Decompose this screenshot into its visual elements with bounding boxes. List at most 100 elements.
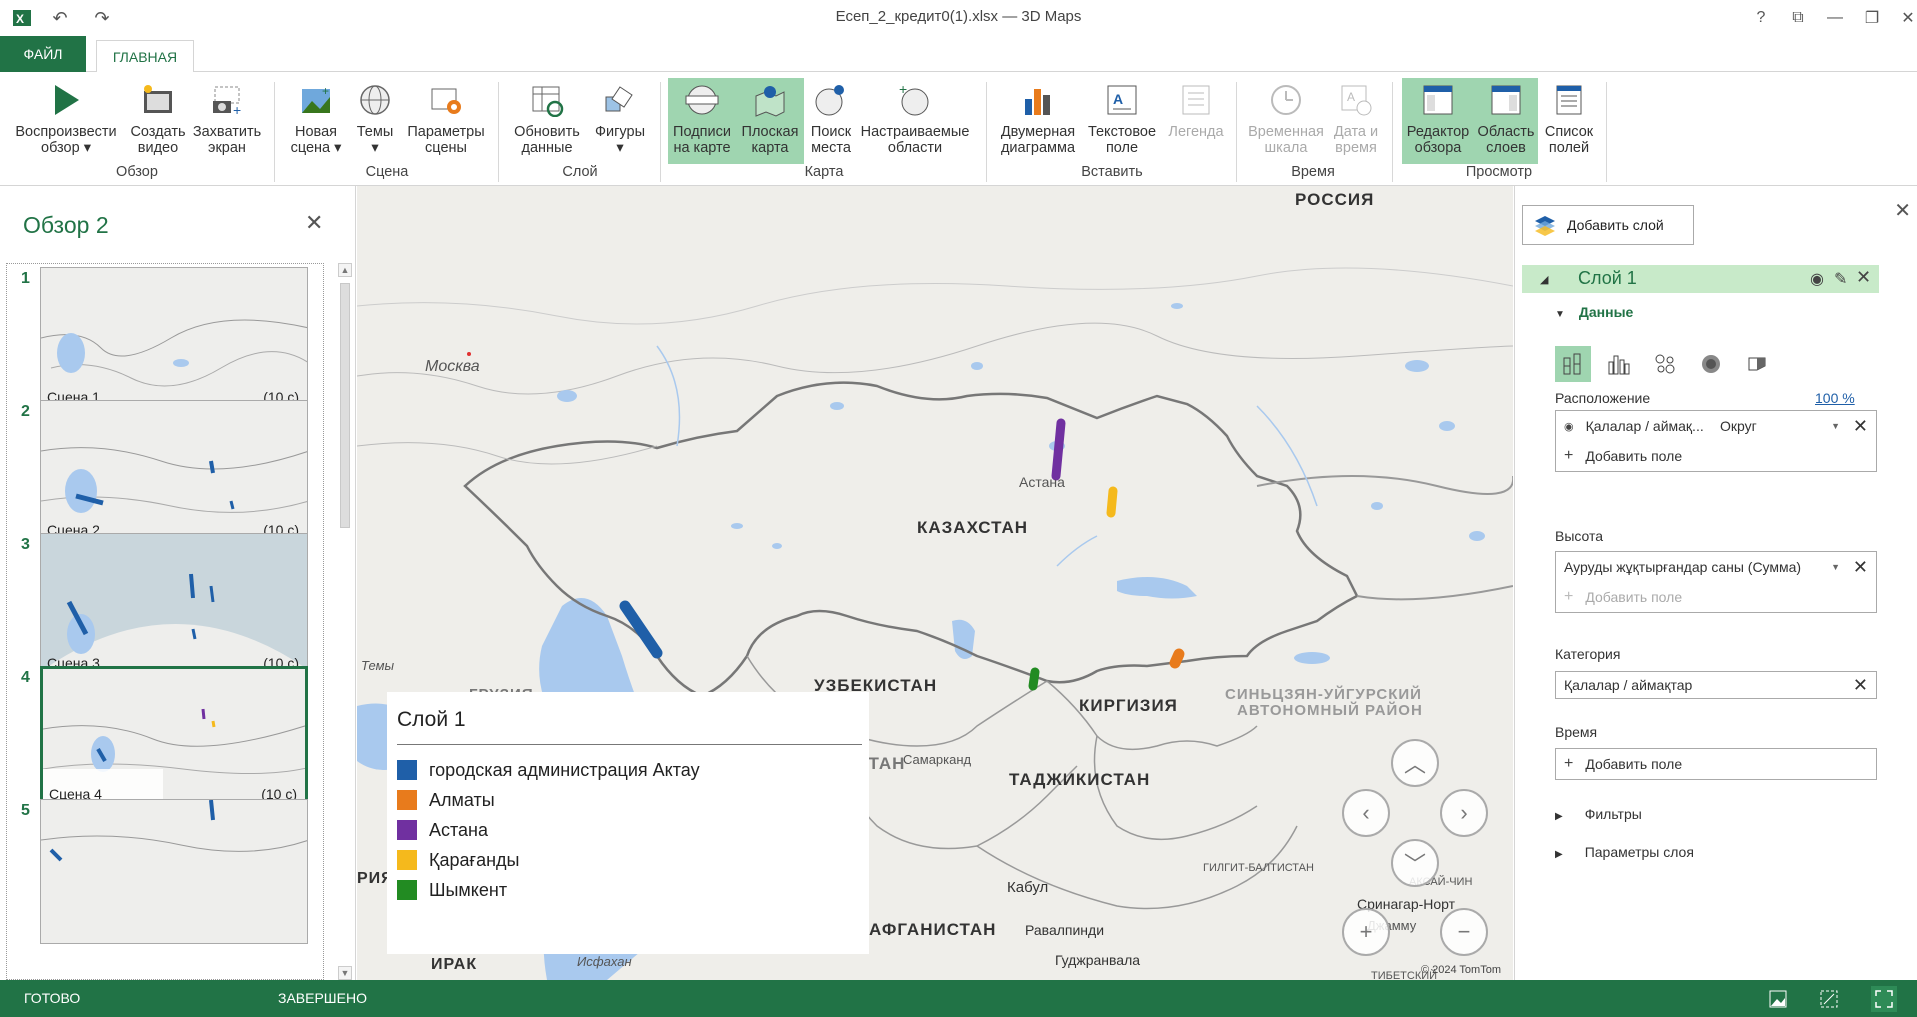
map-canvas[interactable]: РОССИЯ Москва КАЗАХСТАН Астана УЗБЕКИСТА… <box>357 186 1513 980</box>
tab-file[interactable]: ФАЙЛ <box>0 36 86 72</box>
bar-shymkent[interactable] <box>1028 667 1040 691</box>
add-location-field-button[interactable]: + Добавить поле <box>1556 441 1876 471</box>
tour-editor-button[interactable]: Редактор обзора <box>1402 78 1474 164</box>
create-video-button[interactable]: Создать видео <box>126 78 190 164</box>
new-scene-button[interactable]: + Новая сцена ▾ <box>286 78 346 164</box>
collapse-triangle-icon[interactable]: ◢ <box>1540 273 1548 286</box>
themes-button[interactable]: Темы ▾ <box>350 78 400 164</box>
custom-regions-button[interactable]: + Настраиваемые области <box>860 78 970 164</box>
scene-thumbnail[interactable] <box>40 799 308 944</box>
label-gilgit: ГИЛГИТ-БАЛТИСТАН <box>1203 862 1314 874</box>
scene-item-selected[interactable]: 4 Сцена 4 (10 с) <box>7 663 323 815</box>
scene-view-icon[interactable] <box>1765 986 1791 1012</box>
clustered-column-viz-button[interactable] <box>1601 346 1637 382</box>
bar-karaganda[interactable] <box>1106 486 1118 518</box>
scroll-down-icon[interactable]: ▼ <box>338 966 352 980</box>
label-temy: Темы <box>361 658 395 673</box>
region-viz-button[interactable] <box>1739 346 1775 382</box>
svg-text:A: A <box>1113 91 1123 107</box>
tilt-down-button[interactable]: ﹀ <box>1391 839 1439 887</box>
tilt-up-button[interactable]: ︿ <box>1391 739 1439 787</box>
timeline-button[interactable]: Временная шкала <box>1244 78 1328 164</box>
label-afghanistan: АФГАНИСТАН <box>869 920 997 939</box>
heatmap-viz-button[interactable] <box>1693 346 1729 382</box>
find-location-button[interactable]: Поиск места <box>806 78 856 164</box>
location-field[interactable]: ◉ Қалалар / аймақ... Округ ▼ ✕ <box>1556 411 1876 441</box>
shapes-button[interactable]: Фигуры ▾ <box>590 78 650 164</box>
zoom-out-button[interactable]: − <box>1440 908 1488 956</box>
clustered-column-icon <box>1608 355 1630 375</box>
dropdown-arrow-icon[interactable]: ▼ <box>1831 562 1840 572</box>
dropdown-arrow-icon[interactable]: ▼ <box>1831 421 1840 431</box>
height-field[interactable]: Ауруды жұқтырғандар саны (Сумма) ▼ ✕ <box>1556 552 1876 582</box>
flat-map-button[interactable]: Плоская карта <box>736 78 804 164</box>
custom-regions-icon: + <box>895 80 935 120</box>
add-height-field-button[interactable]: + Добавить поле <box>1556 582 1876 612</box>
chevron-right-icon: › <box>1460 800 1468 825</box>
scene-item[interactable]: 3 Сцена 3 (10 с) <box>7 530 323 682</box>
category-field[interactable]: Қалалар / аймақтар ✕ <box>1556 672 1876 698</box>
bar-astana[interactable] <box>1051 418 1066 481</box>
close-tour-panel-icon[interactable]: ✕ <box>305 210 323 236</box>
close-window-icon[interactable]: ✕ <box>1893 6 1917 30</box>
legend-button[interactable]: Легенда <box>1164 78 1228 164</box>
scene-thumbnail[interactable]: Сцена 1 (10 с) <box>40 267 308 412</box>
data-section-header[interactable]: ▼ Данные <box>1555 304 1633 320</box>
fullscreen-icon[interactable] <box>1871 986 1897 1012</box>
play-tour-button[interactable]: Воспроизвести обзор ▾ <box>12 78 120 164</box>
scene-thumbnail[interactable]: Сцена 4 (10 с) <box>40 666 308 811</box>
remove-field-icon[interactable]: ✕ <box>1853 675 1868 696</box>
location-confidence-link[interactable]: 100 % <box>1815 390 1855 406</box>
scene-list-scrollbar[interactable]: ▲ ▼ <box>337 263 353 980</box>
delete-layer-icon[interactable]: ✕ <box>1856 267 1871 288</box>
rotate-right-button[interactable]: › <box>1440 789 1488 837</box>
stacked-column-viz-button[interactable] <box>1555 346 1591 382</box>
remove-field-icon[interactable]: ✕ <box>1853 416 1868 437</box>
close-layer-pane-icon[interactable]: ✕ <box>1894 198 1911 223</box>
scene-options-button[interactable]: Параметры сцены <box>404 78 488 164</box>
bubble-viz-button[interactable] <box>1647 346 1683 382</box>
map-legend[interactable]: Слой 1 городская администрация Актау Алм… <box>387 692 869 954</box>
legend-swatch <box>397 820 417 840</box>
zoom-in-button[interactable]: + <box>1342 908 1390 956</box>
scene-item[interactable]: 2 Сцена 2 (10 с) <box>7 397 323 549</box>
layer-pane-button[interactable]: Область слоев <box>1474 78 1538 164</box>
maximize-icon[interactable]: ❐ <box>1857 6 1887 30</box>
legend-swatch <box>397 760 417 780</box>
map-labels-button[interactable]: Подписи на карте <box>668 78 736 164</box>
refresh-data-button[interactable]: Обновить данные <box>510 78 584 164</box>
filters-section[interactable]: ▶ Фильтры <box>1555 806 1642 822</box>
pencil-icon[interactable]: ✎ <box>1834 269 1847 289</box>
field-list-button[interactable]: Список полей <box>1542 78 1596 164</box>
capture-screen-button[interactable]: + Захватить экран <box>192 78 262 164</box>
scene-item[interactable]: 1 Сцена 1 (10 с) <box>7 264 323 416</box>
scene-thumbnail[interactable]: Сцена 2 (10 с) <box>40 400 308 545</box>
rotate-left-button[interactable]: ‹ <box>1342 789 1390 837</box>
scroll-thumb[interactable] <box>340 283 350 528</box>
minimize-icon[interactable]: — <box>1820 6 1850 30</box>
legend-item: Алматы <box>397 788 495 812</box>
eye-icon[interactable]: ◉ <box>1810 269 1824 289</box>
bar-almaty[interactable] <box>1169 648 1185 669</box>
remove-field-icon[interactable]: ✕ <box>1853 557 1868 578</box>
restore-ribbon-icon[interactable]: ⧉ <box>1783 6 1813 30</box>
label-samarkand: Самарканд <box>903 752 972 767</box>
location-type-select[interactable]: Округ <box>1720 418 1757 434</box>
add-layer-button[interactable]: Добавить слой <box>1522 205 1694 245</box>
date-time-button[interactable]: A Дата и время <box>1330 78 1382 164</box>
layer-header[interactable]: ◢ Слой 1 ◉ ✎ ✕ <box>1522 265 1879 293</box>
scroll-up-icon[interactable]: ▲ <box>338 263 352 277</box>
legend-item: Астана <box>397 818 488 842</box>
tab-home[interactable]: ГЛАВНАЯ <box>96 40 194 73</box>
help-icon[interactable]: ? <box>1746 6 1776 30</box>
status-done: ЗАВЕРШЕНО <box>278 990 367 1006</box>
chart-2d-button[interactable]: Двумерная диаграмма <box>996 78 1080 164</box>
radio-icon[interactable]: ◉ <box>1564 420 1574 433</box>
date-time-icon: A <box>1336 80 1376 120</box>
scene-item[interactable]: 5 <box>7 796 323 948</box>
text-box-button[interactable]: A Текстовое поле <box>1084 78 1160 164</box>
fit-view-icon[interactable] <box>1816 986 1842 1012</box>
layer-options-section[interactable]: ▶ Параметры слоя <box>1555 844 1694 860</box>
add-time-field-button[interactable]: + Добавить поле <box>1556 749 1876 779</box>
scene-thumbnail[interactable]: Сцена 3 (10 с) <box>40 533 308 678</box>
